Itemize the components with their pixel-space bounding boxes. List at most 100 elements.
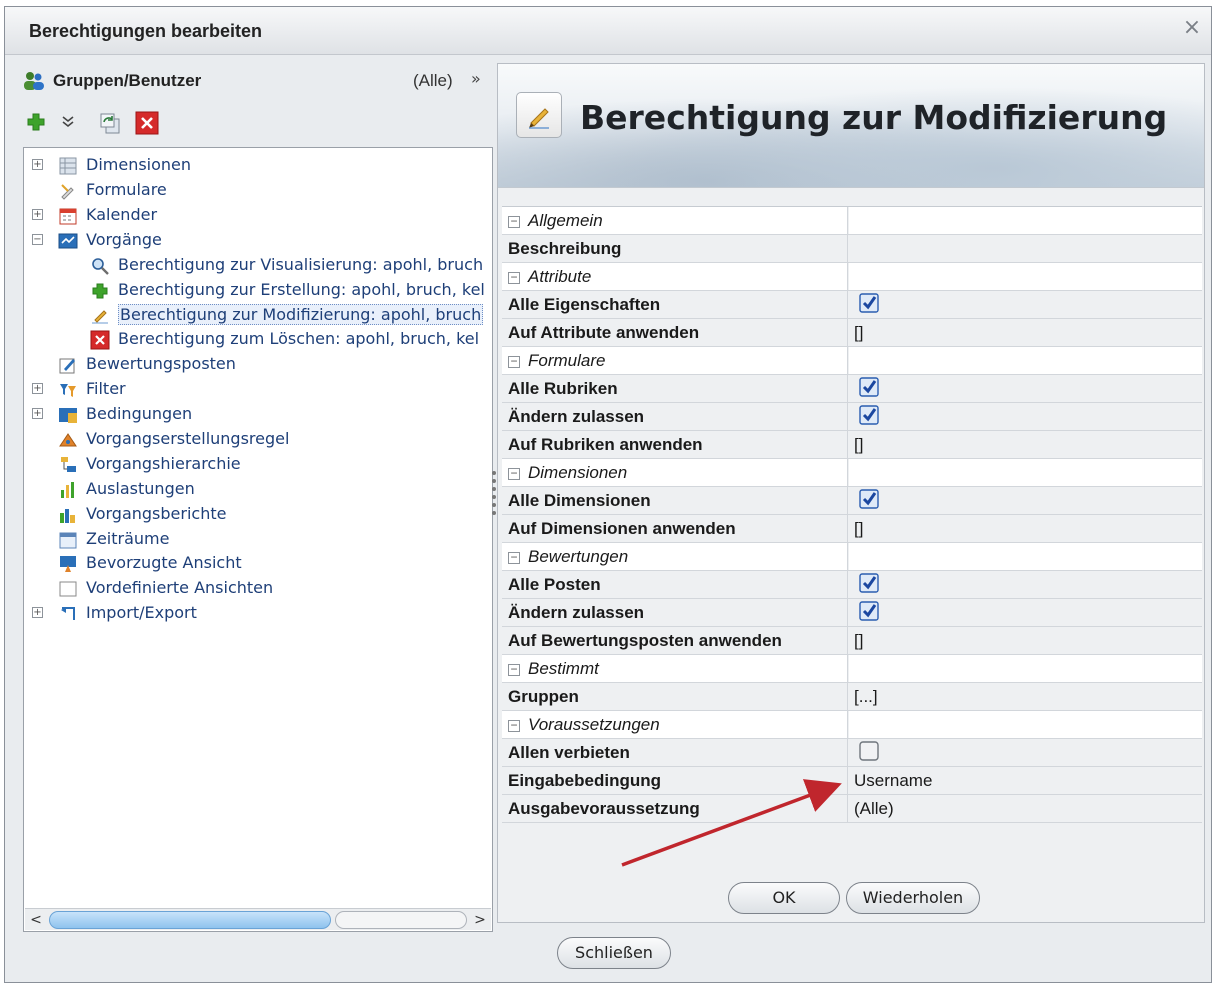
groups-tree[interactable]: + Dimensionen Formulare + Kalender − Vorgänge B… [23,147,493,932]
property-value[interactable]: Username [849,767,1202,794]
checked-checkbox[interactable] [859,601,879,621]
property-value[interactable] [849,291,1202,318]
property-row[interactable]: Alle Eigenschaften [502,291,1202,319]
property-value[interactable]: [...] [849,683,1202,710]
checked-checkbox[interactable] [859,293,879,313]
property-category[interactable]: − Bewertungen [502,543,1202,571]
property-category[interactable]: − Voraussetzungen [502,711,1202,739]
property-value[interactable]: [] [849,515,1202,542]
property-row[interactable]: Allen verbieten [502,739,1202,767]
property-value[interactable] [849,375,1202,402]
tree-item[interactable]: Bevorzugte Ansicht [24,552,492,576]
close-button[interactable]: Schließen [557,937,671,969]
property-row[interactable]: Eingabebedingung Username [502,767,1202,795]
property-value[interactable] [849,235,1202,262]
collapse-icon[interactable]: − [508,467,520,480]
dropdown-chevron-icon[interactable] [57,111,83,137]
property-value[interactable] [849,543,1202,570]
ok-button[interactable]: OK [728,882,840,914]
property-key[interactable]: − Dimensionen [502,459,848,486]
collapse-icon[interactable]: − [508,355,520,368]
collapse-icon[interactable]: − [508,663,520,676]
expand-icon[interactable]: + [32,408,43,419]
scroll-right-icon[interactable]: > [471,911,489,929]
tree-item[interactable]: Berechtigung zum Löschen: apohl, bruch, … [24,328,492,352]
repeat-button[interactable]: Wiederholen [846,882,980,914]
property-value[interactable] [849,571,1202,598]
tree-item[interactable]: Bewertungsposten [24,353,492,377]
expand-icon[interactable]: + [32,208,43,220]
tree-horizontal-scrollbar[interactable]: < > [25,908,491,930]
property-row[interactable]: Auf Rubriken anwenden [] [502,431,1202,459]
collapse-icon[interactable]: − [508,271,520,284]
tree-item[interactable]: − Vorgänge [24,229,492,253]
filter-chevron-icon[interactable]: » [471,69,481,88]
expand-icon[interactable]: + [32,383,43,395]
scroll-left-icon[interactable]: < [27,911,45,929]
groups-filter-value[interactable]: (Alle) [413,71,453,91]
collapse-icon[interactable]: − [508,719,520,732]
scrollbar-thumb[interactable] [49,911,331,929]
property-key[interactable]: − Bewertungen [502,543,848,570]
tree-item[interactable]: + Kalender [24,204,492,228]
delete-icon[interactable] [135,111,161,137]
tree-item[interactable]: Auslastungen [24,478,492,502]
property-row[interactable]: Alle Dimensionen [502,487,1202,515]
collapse-icon[interactable]: − [32,233,43,245]
collapse-icon[interactable]: − [508,551,520,564]
refresh-icon[interactable] [97,111,123,137]
property-value[interactable] [849,403,1202,430]
collapse-icon[interactable]: − [508,215,520,228]
tree-item[interactable]: + Bedingungen [24,403,492,427]
expand-icon[interactable]: + [32,159,43,170]
property-row[interactable]: Ändern zulassen [502,403,1202,431]
property-value[interactable] [849,711,1202,738]
property-row[interactable]: Auf Bewertungsposten anwenden [] [502,627,1202,655]
tree-item[interactable]: + Filter [24,378,492,402]
property-value[interactable]: (Alle) [849,795,1202,822]
property-category[interactable]: − Dimensionen [502,459,1202,487]
unchecked-checkbox[interactable] [859,741,879,761]
property-category[interactable]: − Allgemein [502,207,1202,235]
property-value[interactable]: [] [849,319,1202,346]
property-value[interactable]: [] [849,627,1202,654]
checked-checkbox[interactable] [859,489,879,509]
tree-item[interactable]: + Import/Export [24,602,492,626]
tree-item[interactable]: Berechtigung zur Erstellung: apohl, bruc… [24,279,492,303]
tree-item[interactable]: Vorgangsberichte [24,503,492,527]
property-key[interactable]: − Formulare [502,347,848,374]
property-key[interactable]: − Allgemein [502,207,848,234]
checked-checkbox[interactable] [859,377,879,397]
property-category[interactable]: − Bestimmt [502,655,1202,683]
property-row[interactable]: Alle Rubriken [502,375,1202,403]
property-value[interactable] [849,655,1202,682]
tree-item[interactable]: + Dimensionen [24,154,492,178]
property-row[interactable]: Beschreibung [502,235,1202,263]
tree-item[interactable]: Berechtigung zur Modifizierung: apohl, b… [24,303,492,327]
tree-item[interactable]: Vorgangshierarchie [24,453,492,477]
property-value[interactable]: [] [849,431,1202,458]
property-category[interactable]: − Attribute [502,263,1202,291]
property-key[interactable]: − Voraussetzungen [502,711,848,738]
tree-item[interactable]: Berechtigung zur Visualisierung: apohl, … [24,254,492,278]
property-value[interactable] [849,263,1202,290]
property-category[interactable]: − Formulare [502,347,1202,375]
tree-item[interactable]: Formulare [24,179,492,203]
expand-icon[interactable]: + [32,607,43,619]
tree-item[interactable]: Zeiträume [24,528,492,552]
property-row[interactable]: Ausgabevoraussetzung (Alle) [502,795,1202,823]
property-key[interactable]: − Attribute [502,263,848,290]
property-value[interactable] [849,739,1202,766]
property-grid[interactable]: − Allgemein Beschreibung − Attribute Alle Eig… [502,206,1202,823]
property-key[interactable]: − Bestimmt [502,655,848,682]
tree-item[interactable]: Vorgangserstellungsregel [24,428,492,452]
property-row[interactable]: Gruppen [...] [502,683,1202,711]
property-value[interactable] [849,207,1202,234]
property-value[interactable] [849,347,1202,374]
scrollbar-track[interactable] [335,911,467,929]
property-row[interactable]: Auf Dimensionen anwenden [] [502,515,1202,543]
property-row[interactable]: Alle Posten [502,571,1202,599]
tree-item[interactable]: Vordefinierte Ansichten [24,577,492,601]
property-row[interactable]: Auf Attribute anwenden [] [502,319,1202,347]
property-value[interactable] [849,459,1202,486]
